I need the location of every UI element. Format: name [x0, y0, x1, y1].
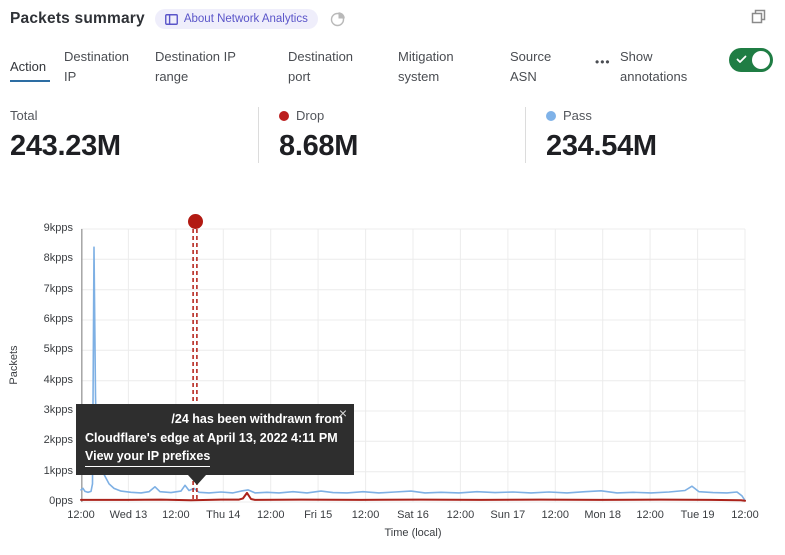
check-icon [736, 54, 747, 65]
x-tick-label: Sun 17 [490, 509, 525, 521]
show-annotations-toggle[interactable] [729, 48, 773, 72]
x-tick-label: 12:00 [447, 509, 475, 521]
open-in-window-icon[interactable] [750, 8, 767, 30]
x-axis-title: Time (local) [384, 527, 441, 539]
y-tick-label: 4kpps [13, 374, 73, 386]
x-tick-label: 12:00 [542, 509, 570, 521]
about-network-analytics-badge[interactable]: About Network Analytics [155, 9, 318, 29]
stat-label: Pass [563, 108, 592, 123]
x-tick-label: 12:00 [67, 509, 95, 521]
y-tick-label: 7kpps [13, 283, 73, 295]
stat-label: Drop [296, 108, 324, 123]
show-annotations-label: Show annotations [620, 47, 705, 87]
dimension-tabs: Action Destination IP Destination IP ran… [10, 47, 773, 87]
y-tick-label: 1kpps [13, 465, 73, 477]
x-tick-label: Tue 19 [681, 509, 715, 521]
x-tick-label: 12:00 [352, 509, 380, 521]
stat-value: 234.54M [546, 130, 657, 163]
annotation-marker-dot[interactable] [188, 214, 203, 229]
page-title: Packets summary [10, 10, 145, 28]
x-tick-label: Mon 18 [584, 509, 621, 521]
y-tick-label: 0pps [13, 495, 73, 507]
header: Packets summary About Network Analytics [10, 9, 346, 29]
time-period-icon[interactable] [330, 11, 346, 27]
tab-destination-ip[interactable]: Destination IP [64, 47, 143, 87]
x-tick-label: 12:00 [731, 509, 759, 521]
drop-legend-dot [279, 111, 289, 121]
tooltip-line2: Cloudflare's edge at April 13, 2022 4:11… [85, 429, 345, 448]
x-tick-label: 12:00 [162, 509, 190, 521]
tab-mitigation-system[interactable]: Mitigation system [398, 47, 475, 87]
close-icon[interactable]: × [339, 406, 347, 420]
x-tick-label: 12:00 [636, 509, 664, 521]
more-tabs-ellipsis-icon[interactable]: ••• [595, 47, 613, 69]
stat-value: 243.23M [10, 130, 258, 163]
tooltip-line1: /24 has been withdrawn from [85, 410, 345, 429]
packets-summary-panel: Packets summary About Network Analytics [0, 0, 785, 555]
pass-legend-dot [546, 111, 556, 121]
y-tick-label: 9kpps [13, 222, 73, 234]
stat-total: Total 243.23M [10, 107, 258, 163]
stats-row: Total 243.23M Drop 8.68M Pass 234.54M [10, 107, 657, 163]
tooltip-pointer [188, 475, 206, 485]
tab-destination-port[interactable]: Destination port [288, 47, 368, 87]
badge-label: About Network Analytics [184, 13, 308, 25]
stat-drop: Drop 8.68M [258, 107, 525, 163]
stat-label: Total [10, 108, 37, 123]
stat-value: 8.68M [279, 130, 525, 163]
x-tick-label: Fri 15 [304, 509, 332, 521]
x-tick-label: Wed 13 [110, 509, 148, 521]
book-icon [165, 14, 178, 25]
annotation-tooltip: × /24 has been withdrawn from Cloudflare… [76, 404, 354, 475]
x-tick-label: Sat 16 [397, 509, 429, 521]
y-tick-label: 5kpps [13, 343, 73, 355]
view-ip-prefixes-link[interactable]: View your IP prefixes [85, 447, 210, 467]
tab-destination-ip-range[interactable]: Destination IP range [155, 47, 250, 87]
tab-action[interactable]: Action [10, 47, 48, 82]
y-tick-label: 3kpps [13, 404, 73, 416]
active-tab-underline [10, 80, 50, 82]
y-tick-label: 8kpps [13, 252, 73, 264]
x-tick-label: 12:00 [257, 509, 285, 521]
stat-pass: Pass 234.54M [525, 107, 657, 163]
toggle-knob [752, 51, 770, 69]
y-tick-label: 2kpps [13, 434, 73, 446]
x-tick-label: Thu 14 [206, 509, 240, 521]
tab-source-asn[interactable]: Source ASN [510, 47, 565, 87]
y-tick-label: 6kpps [13, 313, 73, 325]
